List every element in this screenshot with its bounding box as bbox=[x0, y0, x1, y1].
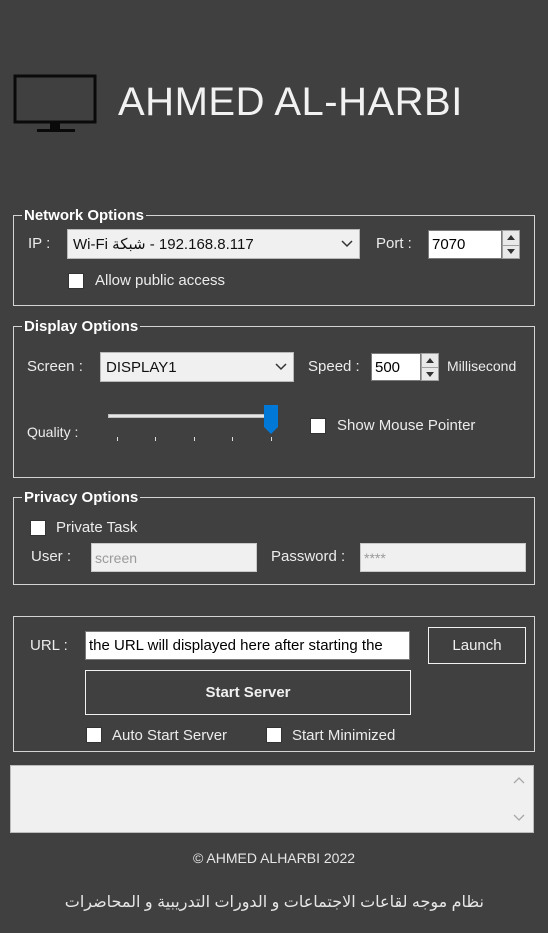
spin-down-icon[interactable] bbox=[503, 244, 519, 259]
ip-select-value: 192.168.8.117 - شبكة Wi-Fi bbox=[73, 236, 254, 253]
port-spinner[interactable] bbox=[502, 230, 520, 259]
quality-slider-thumb[interactable] bbox=[264, 405, 278, 435]
auto-start-label[interactable]: Auto Start Server bbox=[112, 727, 227, 744]
quality-tick bbox=[232, 437, 233, 441]
copyright-text: © AHMED ALHARBI 2022 bbox=[192, 850, 356, 866]
spin-up-icon[interactable] bbox=[503, 231, 519, 245]
auto-start-checkbox[interactable] bbox=[86, 727, 102, 743]
password-input[interactable]: **** bbox=[360, 543, 526, 572]
quality-tick bbox=[194, 437, 195, 441]
quality-tick bbox=[155, 437, 156, 441]
ip-select[interactable]: 192.168.8.117 - شبكة Wi-Fi bbox=[67, 229, 360, 259]
url-input[interactable]: the URL will displayed here after starti… bbox=[85, 631, 410, 660]
start-minimized-checkbox[interactable] bbox=[266, 727, 282, 743]
speed-spinner[interactable] bbox=[421, 353, 439, 381]
screen-select[interactable]: DISPLAY1 bbox=[100, 352, 294, 382]
scroll-down-icon[interactable] bbox=[513, 814, 525, 822]
screen-select-value: DISPLAY1 bbox=[106, 358, 177, 376]
start-minimized-label[interactable]: Start Minimized bbox=[292, 727, 395, 744]
spin-up-icon[interactable] bbox=[422, 354, 438, 367]
monitor-icon bbox=[13, 74, 97, 132]
speed-unit-label: Millisecond bbox=[447, 358, 517, 374]
quality-label: Quality : bbox=[27, 424, 79, 440]
ip-label: IP : bbox=[28, 235, 51, 252]
privacy-options-legend: Privacy Options bbox=[24, 489, 139, 506]
private-task-label[interactable]: Private Task bbox=[56, 519, 137, 536]
allow-public-label[interactable]: Allow public access bbox=[95, 272, 225, 289]
private-task-checkbox[interactable] bbox=[30, 520, 46, 536]
user-label: User : bbox=[31, 548, 72, 565]
show-pointer-checkbox[interactable] bbox=[310, 418, 326, 434]
port-label: Port : bbox=[376, 235, 412, 252]
user-input[interactable]: screen bbox=[91, 543, 257, 572]
port-input[interactable]: 7070 bbox=[428, 230, 502, 259]
url-label: URL : bbox=[30, 637, 68, 654]
password-label: Password : bbox=[271, 548, 346, 565]
spin-down-icon[interactable] bbox=[422, 367, 438, 380]
scroll-up-icon[interactable] bbox=[513, 776, 525, 784]
app-title: AHMED AL-HARBI bbox=[118, 80, 463, 124]
network-options-legend: Network Options bbox=[24, 207, 145, 224]
display-options-group: Display Options bbox=[13, 318, 535, 478]
allow-public-checkbox[interactable] bbox=[68, 273, 84, 289]
chevron-down-icon bbox=[275, 363, 287, 371]
show-pointer-label[interactable]: Show Mouse Pointer bbox=[337, 417, 475, 434]
quality-tick bbox=[271, 437, 272, 441]
launch-button[interactable]: Launch bbox=[428, 627, 526, 664]
arabic-tagline: نظام موجه لقاعات الاجتماعات و الدورات ال… bbox=[64, 894, 484, 911]
speed-label: Speed : bbox=[308, 358, 360, 375]
start-server-button[interactable]: Start Server bbox=[85, 670, 411, 715]
quality-slider-track[interactable] bbox=[108, 414, 278, 418]
screen-label: Screen : bbox=[27, 358, 83, 375]
chevron-down-icon bbox=[341, 240, 353, 248]
speed-input[interactable]: 500 bbox=[371, 353, 421, 381]
display-options-legend: Display Options bbox=[24, 318, 139, 335]
log-textarea[interactable] bbox=[10, 765, 534, 833]
quality-tick bbox=[117, 437, 118, 441]
